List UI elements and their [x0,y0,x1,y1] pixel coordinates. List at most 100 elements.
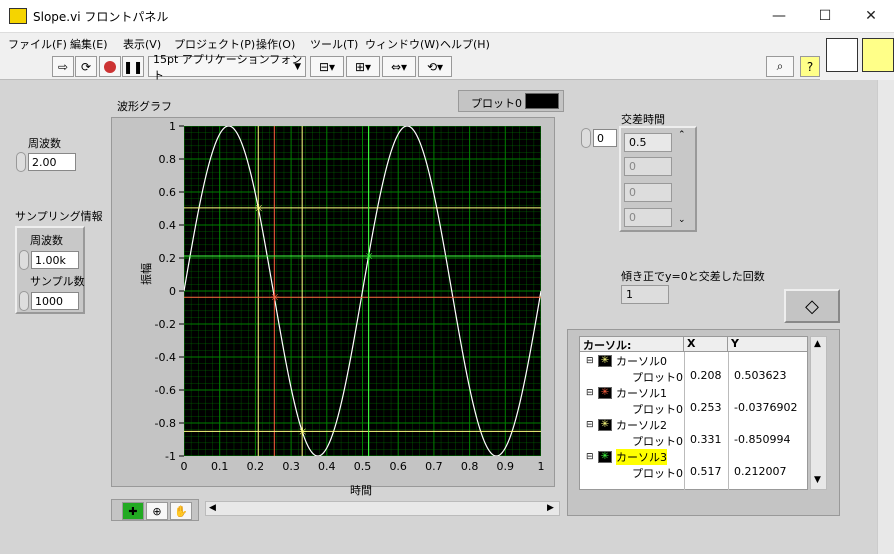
collapse-icon[interactable]: ⊟ [586,420,594,430]
sampling-freq-spinner[interactable] [19,250,29,270]
frequency-label: 周波数 [28,137,61,150]
search-icon[interactable]: ⌕ [766,56,794,77]
crossing-index-spinner[interactable] [581,128,591,148]
plot-legend-label: プロット0 [471,97,522,110]
y-tick-label: -0.8 [155,417,176,430]
y-tick-label: 0.2 [159,252,177,265]
menu-bar: ファイル(F) 編集(E) 表示(V) プロジェクト(P) 操作(O) ツール(… [0,33,820,53]
graph-scrollbar[interactable]: ◀ ▶ [205,501,560,516]
y-tick-label: -0.2 [155,318,176,331]
vi-icon-editor[interactable] [862,38,894,72]
menu-edit[interactable]: 編集(E) [70,36,108,52]
frequency-spinner[interactable] [16,152,26,172]
cursor-y-value: 0.503623 [734,369,787,382]
cursor-plot: プロット0 [632,403,683,416]
crossing-time-element[interactable]: 0 [624,208,672,227]
y-axis-label: 振幅 [140,263,153,285]
menu-help[interactable]: ヘルプ(H) [440,36,490,52]
help-icon[interactable]: ? [800,56,820,77]
collapse-icon[interactable]: ⊟ [586,388,594,398]
cursor-color-icon: ✳ [598,355,612,367]
x-tick-label: 0.7 [425,460,443,473]
font-select-label: 15pt アプリケーションフォント [153,52,303,82]
crossing-index-input[interactable]: 0 [593,129,617,147]
crossing-time-label: 交差時間 [621,113,665,126]
x-tick-label: 0.8 [461,460,479,473]
sampling-freq-input[interactable]: 1.00k [31,251,79,269]
x-tick-label: 0.3 [282,460,300,473]
menu-file[interactable]: ファイル(F) [8,36,67,52]
cursor-name[interactable]: カーソル3 [616,449,667,465]
menu-tools[interactable]: ツール(T) [310,36,358,52]
align-objects-icon[interactable]: ⊟▾ [310,56,344,77]
zoom-icon[interactable]: ⊕ [146,502,168,520]
axis-ticks: 0 0.1 0.2 0.3 0.4 0.5 0.6 0.7 0.8 0.9 1 1 0.8 0.6 0.4 0… [155,120,545,473]
frequency-input[interactable]: 2.00 [28,153,76,171]
crossing-time-element[interactable]: 0.5 [624,133,672,152]
plot-style-icon [525,93,559,109]
scroll-left-icon[interactable]: ◀ [209,503,216,513]
cursor-plot: プロット0 [632,371,683,384]
graph-palette: ✚ ⊕ ✋ [111,499,199,521]
x-tick-label: 0.4 [318,460,336,473]
vertical-scrollbar[interactable] [877,80,894,554]
connector-pane-icon[interactable] [826,38,858,72]
cursor-table-scrollbar[interactable]: ▲ ▼ [810,336,827,490]
y-tick-label: 0 [169,285,176,298]
font-select[interactable]: 15pt アプリケーションフォント ▼ [148,53,306,82]
pan-hand-icon[interactable]: ✋ [170,502,192,520]
y-tick-label: 1 [169,120,176,133]
vi-icon [9,8,27,24]
x-tick-label: 1 [538,460,545,473]
window-title: Slope.vi フロントパネル [33,10,169,24]
distribute-objects-icon[interactable]: ⊞▾ [346,56,380,77]
samples-input[interactable]: 1000 [31,292,79,310]
crossing-time-element[interactable]: 0 [624,157,672,176]
run-arrow-icon[interactable]: ⇨ [52,56,74,77]
x-tick-label: 0.6 [389,460,407,473]
maximize-button[interactable]: ☐ [802,0,848,32]
cursor-table[interactable]: カーソル: X Y ⊟ ✳ カーソル0 プロット0 0.208 0.503623… [579,336,808,490]
cursor-move-diamond-icon[interactable]: ◇ [784,289,840,323]
y-tick-label: -0.6 [155,384,176,397]
scroll-up-icon[interactable]: ▲ [814,339,821,349]
collapse-icon[interactable]: ⊟ [586,452,594,462]
cursor-name[interactable]: カーソル0 [616,353,667,369]
chevron-down-icon[interactable]: ⌄ [678,215,686,225]
cursor-color-icon: ✳ [598,419,612,431]
cursor-y-value: -0.0376902 [734,401,798,414]
cursor-color-icon: ✳ [598,451,612,463]
cursor-plot: プロット0 [632,467,683,480]
samples-label: サンプル数 [30,275,85,288]
run-continuously-icon[interactable]: ⟳ [75,56,97,77]
cursor-name[interactable]: カーソル2 [616,417,667,433]
samples-spinner[interactable] [19,291,29,311]
cursor-name[interactable]: カーソル1 [616,385,667,401]
reorder-icon[interactable]: ⟲▾ [418,56,452,77]
chevron-up-icon[interactable]: ⌃ [678,130,686,140]
x-col-header: X [684,337,728,352]
pause-icon[interactable]: ❚❚ [122,56,144,77]
plot-legend[interactable]: プロット0 [458,90,564,112]
y-tick-label: -0.4 [155,351,176,364]
cursor-x-value: 0.331 [690,433,722,446]
toolbar: ⇨ ⟳ ❚❚ 15pt アプリケーションフォント ▼ ⊟▾ ⊞▾ ⇔▾ ⟲▾ ⌕… [0,53,820,82]
crossing-time-element[interactable]: 0 [624,183,672,202]
collapse-icon[interactable]: ⊟ [586,356,594,366]
y-tick-label: 0.4 [159,219,177,232]
scroll-right-icon[interactable]: ▶ [547,503,554,513]
scroll-down-icon[interactable]: ▼ [814,475,821,485]
menu-window[interactable]: ウィンドウ(W) [365,36,439,52]
cursor-x-value: 0.517 [690,465,722,478]
sampling-freq-label: 周波数 [30,234,63,247]
chevron-down-icon: ▼ [294,61,301,72]
cursor-col-header: カーソル: [580,337,684,352]
count-indicator: 1 [621,285,669,304]
cursor-move-icon[interactable]: ✚ [122,502,144,520]
x-tick-label: 0.2 [247,460,265,473]
resize-objects-icon[interactable]: ⇔▾ [382,56,416,77]
cursor-x-value: 0.253 [690,401,722,414]
abort-icon[interactable] [99,56,121,77]
close-button[interactable]: ✕ [848,0,894,32]
minimize-button[interactable]: — [756,0,802,32]
